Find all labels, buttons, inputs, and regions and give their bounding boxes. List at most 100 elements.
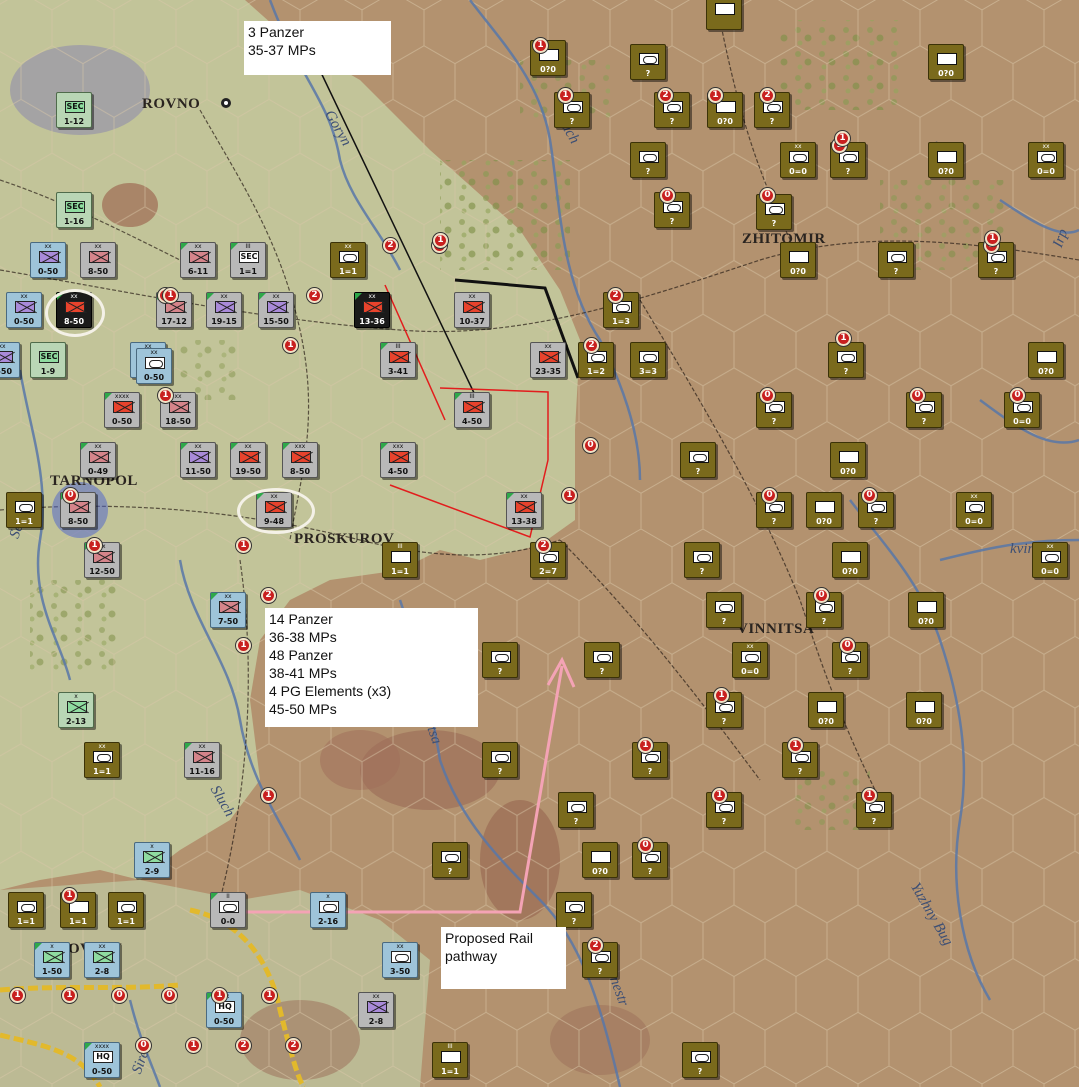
soviet-unit-counter[interactable]: ? xyxy=(682,1042,718,1078)
axis-unit-counter[interactable]: xxxx 0-50 xyxy=(104,392,140,428)
soviet-unit-counter[interactable]: ? xyxy=(828,342,864,378)
game-map[interactable]: ROVNO ZHITOMIR TARNOPOL PROSKUROV VINNIT… xyxy=(0,0,1079,1087)
axis-unit-counter[interactable]: x 2-9 xyxy=(134,842,170,878)
unit-strength: ? xyxy=(571,917,577,926)
axis-unit-counter[interactable]: SEC 1-9 xyxy=(30,342,66,378)
soviet-unit-counter[interactable]: xx 1=1 xyxy=(84,742,120,778)
axis-unit-counter[interactable]: xx 11-50 xyxy=(180,442,216,478)
unit-status-marker: 1 xyxy=(87,538,102,553)
soviet-unit-counter[interactable]: ? xyxy=(706,592,742,628)
axis-unit-counter[interactable]: xx 3-50 xyxy=(382,942,418,978)
unit-type-symbol xyxy=(391,951,411,963)
axis-unit-counter[interactable]: xxxx HQ 0-50 xyxy=(84,1042,120,1078)
axis-unit-counter[interactable]: xx 6-11 xyxy=(180,242,216,278)
unit-type-symbol xyxy=(67,701,87,713)
soviet-unit-counter[interactable]: HQ 0?0 xyxy=(906,692,942,728)
unit-strength: 0?0 xyxy=(717,117,733,126)
soviet-unit-counter[interactable]: ? xyxy=(878,242,914,278)
soviet-unit-counter[interactable]: 3=3 xyxy=(630,342,666,378)
axis-unit-counter[interactable]: xx 15-50 xyxy=(258,292,294,328)
unit-status-marker: 2 xyxy=(261,588,276,603)
axis-unit-counter[interactable]: xx 0-50 xyxy=(136,348,172,384)
axis-unit-counter[interactable]: xx 0-49 xyxy=(80,442,116,478)
unit-status-marker: 1 xyxy=(186,1038,201,1053)
unit-status-marker: 2 xyxy=(588,938,603,953)
soviet-unit-counter[interactable]: ? xyxy=(482,742,518,778)
unit-status-marker: 2 xyxy=(236,1038,251,1053)
axis-unit-counter[interactable]: x 2-13 xyxy=(58,692,94,728)
axis-unit-counter[interactable]: xx 2-8 xyxy=(84,942,120,978)
axis-unit-counter[interactable]: xx 19-15 xyxy=(206,292,242,328)
unit-strength: 0?0 xyxy=(592,867,608,876)
soviet-unit-counter[interactable]: III SEC 1=1 xyxy=(432,1042,468,1078)
unit-strength: ? xyxy=(721,617,727,626)
unit-size: xx xyxy=(372,993,380,1000)
axis-unit-counter[interactable]: III SEC 1=1 xyxy=(230,242,266,278)
soviet-unit-counter[interactable]: ? xyxy=(684,542,720,578)
soviet-unit-counter[interactable]: ? xyxy=(630,44,666,80)
soviet-unit-counter[interactable]: xx 0=0 xyxy=(1032,542,1068,578)
hq-symbol: HQ xyxy=(839,451,859,463)
axis-unit-counter[interactable]: xx 13-38 xyxy=(506,492,542,528)
axis-unit-counter[interactable]: x 1-50 xyxy=(34,942,70,978)
soviet-unit-counter[interactable]: 1=1 xyxy=(8,892,44,928)
soviet-unit-counter[interactable]: xx 0=0 xyxy=(780,142,816,178)
soviet-unit-counter[interactable]: ? xyxy=(558,792,594,828)
axis-unit-counter[interactable]: xx 2-8 xyxy=(358,992,394,1028)
soviet-unit-counter[interactable]: xx 0=0 xyxy=(1028,142,1064,178)
unit-size: xx xyxy=(0,343,6,350)
axis-unit-counter[interactable]: xx 0-50 xyxy=(0,342,20,378)
soviet-unit-counter[interactable]: HQ 0?0 xyxy=(806,492,842,528)
soviet-unit-counter[interactable]: HQ 0?0 xyxy=(928,44,964,80)
hq-symbol: HQ xyxy=(715,3,735,15)
axis-unit-counter[interactable]: III 4-50 xyxy=(454,392,490,428)
unit-size: x xyxy=(50,943,54,950)
unit-type-symbol xyxy=(0,351,13,363)
soviet-unit-counter[interactable]: HQ 0?0 xyxy=(582,842,618,878)
soviet-unit-counter[interactable]: HQ 0?0 xyxy=(908,592,944,628)
unit-size: x xyxy=(326,893,330,900)
soviet-unit-counter[interactable]: ? xyxy=(482,642,518,678)
soviet-unit-counter[interactable]: HQ 0?0 xyxy=(1028,342,1064,378)
axis-unit-counter[interactable]: x 2-16 xyxy=(310,892,346,928)
unit-status-marker: 2 xyxy=(760,88,775,103)
axis-unit-counter[interactable]: xx 0-50 xyxy=(30,242,66,278)
soviet-unit-counter[interactable]: 1=1 xyxy=(108,892,144,928)
unit-type-symbol xyxy=(837,351,857,363)
soviet-unit-counter[interactable]: III SEC 1=1 xyxy=(382,542,418,578)
unit-strength: 11-50 xyxy=(185,467,211,476)
axis-unit-counter[interactable]: xx 7-50 xyxy=(210,592,246,628)
axis-unit-counter[interactable]: II 0-0 xyxy=(210,892,246,928)
soviet-unit-counter[interactable]: ? xyxy=(680,442,716,478)
soviet-unit-counter[interactable]: HQ xyxy=(706,0,742,30)
soviet-unit-counter[interactable]: HQ 0?0 xyxy=(808,692,844,728)
soviet-unit-counter[interactable]: xx 0=0 xyxy=(956,492,992,528)
soviet-unit-counter[interactable]: HQ 0?0 xyxy=(928,142,964,178)
soviet-unit-counter[interactable]: ? xyxy=(630,142,666,178)
soviet-unit-counter[interactable]: 1=1 xyxy=(6,492,42,528)
axis-unit-counter[interactable]: xx 23-35 xyxy=(530,342,566,378)
axis-unit-counter[interactable]: xxx 4-50 xyxy=(380,442,416,478)
soviet-unit-counter[interactable]: ? xyxy=(584,642,620,678)
axis-unit-counter[interactable]: xxx 8-50 xyxy=(282,442,318,478)
soviet-unit-counter[interactable]: HQ 0?0 xyxy=(830,442,866,478)
soviet-unit-counter[interactable]: HQ 0?0 xyxy=(832,542,868,578)
axis-unit-counter[interactable]: xx 0-50 xyxy=(6,292,42,328)
unit-strength: ? xyxy=(873,517,879,526)
axis-unit-counter[interactable]: xx 8-50 xyxy=(80,242,116,278)
axis-unit-counter[interactable]: SEC 1-16 xyxy=(56,192,92,228)
unit-strength: 13-38 xyxy=(511,517,537,526)
soviet-unit-counter[interactable]: xx 1=1 xyxy=(330,242,366,278)
soviet-unit-counter[interactable]: HQ 0?0 xyxy=(780,242,816,278)
unit-type-symbol xyxy=(219,901,239,913)
unit-status-marker: 0 xyxy=(638,838,653,853)
axis-unit-counter[interactable]: xx 10-37 xyxy=(454,292,490,328)
soviet-unit-counter[interactable]: xx 0=0 xyxy=(732,642,768,678)
soviet-unit-counter[interactable]: ? xyxy=(432,842,468,878)
axis-unit-counter[interactable]: III 3-41 xyxy=(380,342,416,378)
soviet-unit-counter[interactable]: ? xyxy=(556,892,592,928)
axis-unit-counter[interactable]: SEC 1-12 xyxy=(56,92,92,128)
axis-unit-counter[interactable]: xx 19-50 xyxy=(230,442,266,478)
axis-unit-counter[interactable]: xx 11-16 xyxy=(184,742,220,778)
axis-unit-counter[interactable]: xx 13-36 xyxy=(354,292,390,328)
